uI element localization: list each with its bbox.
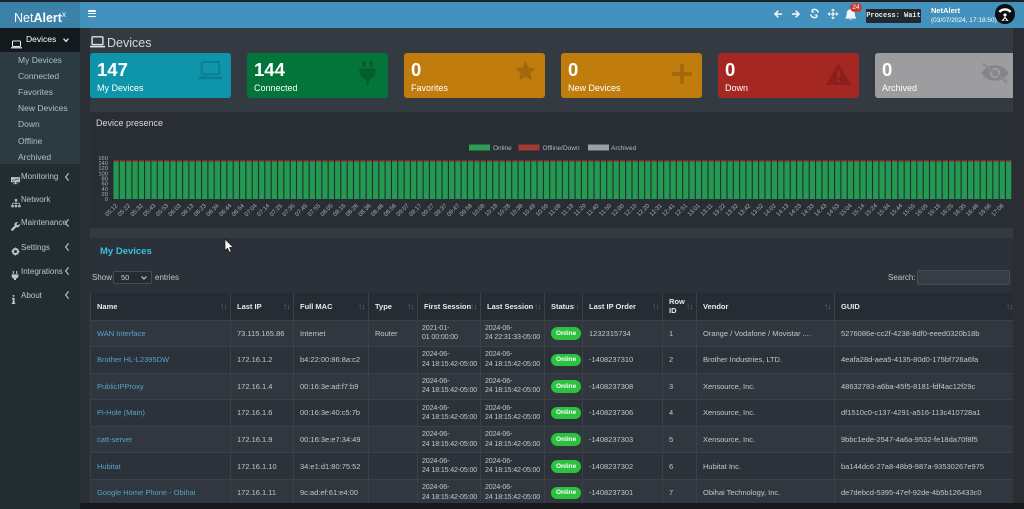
svg-text:11:19: 11:19 [561, 203, 576, 218]
svg-text:13:42: 13:42 [738, 203, 753, 218]
svg-text:06:34: 06:34 [206, 203, 221, 218]
svg-text:10:28: 10:28 [497, 203, 512, 218]
svg-text:15:34: 15:34 [877, 203, 892, 218]
svg-text:12:31: 12:31 [649, 203, 664, 218]
svg-text:07:04: 07:04 [244, 203, 259, 218]
svg-text:11:09: 11:09 [548, 203, 563, 218]
svg-text:05:53: 05:53 [155, 203, 170, 218]
svg-text:10:59: 10:59 [535, 203, 550, 218]
svg-text:11:40: 11:40 [586, 203, 601, 218]
svg-text:10:18: 10:18 [484, 203, 499, 218]
svg-text:08:46: 08:46 [370, 203, 385, 218]
svg-text:16:35: 16:35 [953, 203, 968, 218]
svg-text:13:52: 13:52 [750, 203, 765, 218]
svg-text:06:23: 06:23 [193, 203, 208, 218]
svg-text:12:51: 12:51 [674, 203, 689, 218]
svg-text:09:17: 09:17 [408, 203, 423, 218]
svg-text:17:06: 17:06 [991, 203, 1006, 218]
svg-text:06:03: 06:03 [168, 203, 183, 218]
svg-text:15:14: 15:14 [851, 203, 866, 218]
svg-text:07:35: 07:35 [282, 203, 297, 218]
svg-text:15:04: 15:04 [839, 203, 854, 218]
svg-text:13:32: 13:32 [725, 203, 740, 218]
svg-text:09:58: 09:58 [459, 203, 474, 218]
svg-text:16:05: 16:05 [915, 203, 930, 218]
svg-text:16:56: 16:56 [978, 203, 993, 218]
svg-text:14:53: 14:53 [826, 203, 841, 218]
svg-text:16:25: 16:25 [940, 203, 955, 218]
svg-text:09:37: 09:37 [434, 203, 449, 218]
svg-text:05:43: 05:43 [143, 203, 158, 218]
svg-text:06:54: 06:54 [231, 203, 246, 218]
svg-text:10:38: 10:38 [510, 203, 525, 218]
svg-text:07:25: 07:25 [269, 203, 284, 218]
svg-text:14:43: 14:43 [814, 203, 829, 218]
svg-text:16:15: 16:15 [927, 203, 942, 218]
svg-text:16:46: 16:46 [965, 203, 980, 218]
svg-text:09:07: 09:07 [396, 203, 411, 218]
svg-text:14:33: 14:33 [801, 203, 816, 218]
svg-text:06:13: 06:13 [181, 203, 196, 218]
svg-text:05:22: 05:22 [117, 203, 132, 218]
svg-text:05:12: 05:12 [105, 203, 120, 218]
svg-text:07:55: 07:55 [307, 203, 322, 218]
svg-text:12:10: 12:10 [624, 203, 639, 218]
svg-text:12:20: 12:20 [636, 203, 651, 218]
svg-text:Offline/Down: Offline/Down [543, 145, 580, 152]
svg-text:0: 0 [105, 197, 108, 203]
svg-text:08:36: 08:36 [358, 203, 373, 218]
svg-text:08:26: 08:26 [345, 203, 360, 218]
svg-text:08:05: 08:05 [320, 203, 335, 218]
svg-text:15:55: 15:55 [902, 203, 917, 218]
svg-text:05:32: 05:32 [130, 203, 145, 218]
svg-text:13:22: 13:22 [712, 203, 727, 218]
svg-text:Archived: Archived [611, 145, 637, 152]
svg-text:14:23: 14:23 [788, 203, 803, 218]
svg-text:Online: Online [493, 145, 512, 152]
svg-text:06:44: 06:44 [218, 203, 233, 218]
svg-text:12:41: 12:41 [662, 203, 677, 218]
svg-text:15:44: 15:44 [889, 203, 904, 218]
svg-text:10:49: 10:49 [522, 203, 537, 218]
svg-text:14:02: 14:02 [763, 203, 778, 218]
svg-text:12:00: 12:00 [611, 203, 626, 218]
svg-text:14:13: 14:13 [776, 203, 791, 218]
svg-text:08:16: 08:16 [332, 203, 347, 218]
svg-text:09:27: 09:27 [421, 203, 436, 218]
svg-text:08:56: 08:56 [383, 203, 398, 218]
svg-text:15:24: 15:24 [864, 203, 879, 218]
svg-text:13:01: 13:01 [687, 203, 702, 218]
svg-text:07:45: 07:45 [294, 203, 309, 218]
svg-text:11:29: 11:29 [573, 203, 588, 218]
svg-text:10:08: 10:08 [472, 203, 487, 218]
svg-text:09:47: 09:47 [446, 203, 461, 218]
svg-text:07:14: 07:14 [256, 203, 271, 218]
